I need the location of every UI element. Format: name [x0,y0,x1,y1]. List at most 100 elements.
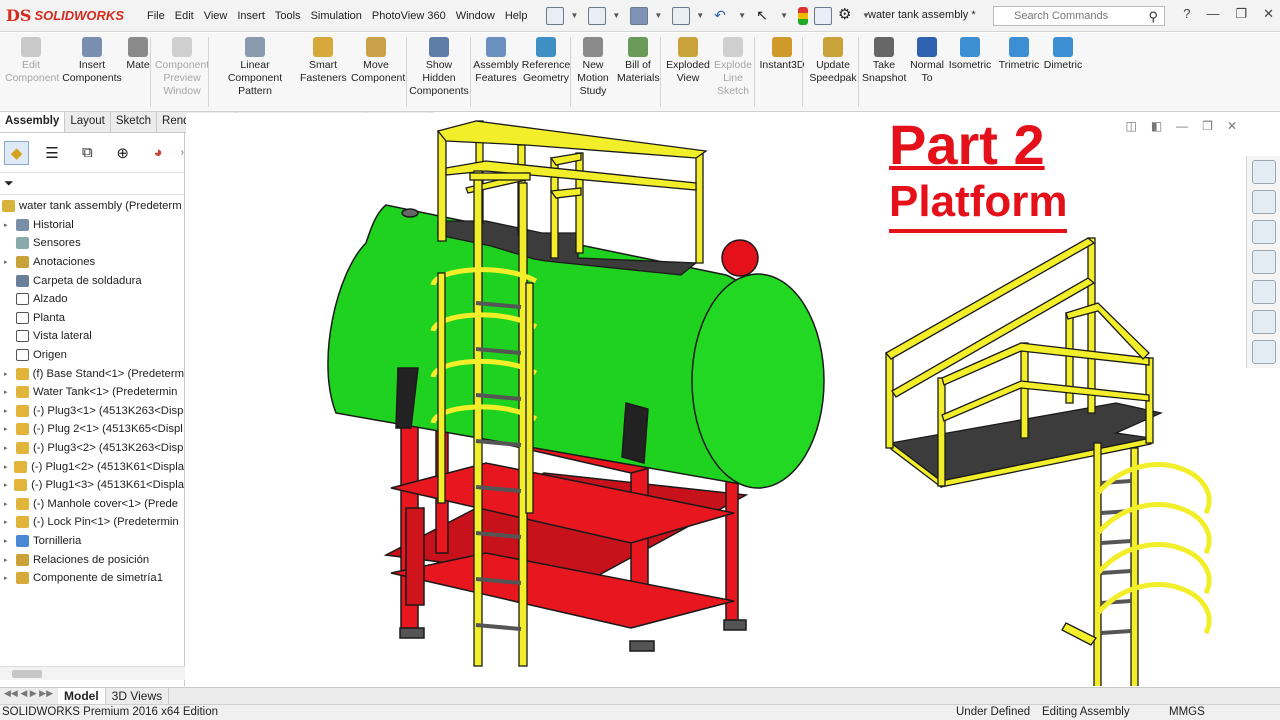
menu-item-help[interactable]: Help [500,10,533,22]
tree-node[interactable]: ▸ (-) Plug1<3> (4513K61<Displa [0,476,184,495]
ribbon-assembly-features-button[interactable]: Assembly Features [473,37,519,85]
tree-node[interactable]: Carpeta de soldadura [0,271,184,290]
print-icon[interactable] [672,6,691,25]
rebuild-icon[interactable] [798,6,809,25]
menu-item-photoview-360[interactable]: PhotoView 360 [367,10,451,22]
platform-detail[interactable] [885,237,1212,686]
expand-arrow-icon[interactable]: ▸ [4,463,10,471]
ribbon-motion-study-button[interactable]: New Motion Study [574,37,612,98]
ribbon-trimetric-button[interactable]: Trimetric [996,37,1042,72]
save-icon[interactable] [630,6,649,25]
menu-item-insert[interactable]: Insert [232,10,270,22]
ribbon-isometric-button[interactable]: Isometric [948,37,992,72]
ribbon-speedpak-button[interactable]: Update Speedpak [807,37,859,85]
tree-node[interactable]: ▸ Tornilleria [0,532,184,551]
chevron-down-icon[interactable]: ▼ [696,11,704,20]
tree-node[interactable]: ▸ Relaciones de posición [0,550,184,569]
options-gear-icon[interactable]: ⚙ [838,6,856,25]
undo-icon[interactable]: ↶ [714,7,732,25]
filter-icon[interactable]: ⏷ [0,173,184,195]
appearances-icon[interactable] [1251,280,1276,304]
expand-arrow-icon[interactable]: ▸ [4,370,12,378]
tree-node[interactable]: ▸ Historial [0,216,184,235]
chevron-down-icon[interactable]: ▼ [654,11,662,20]
tree-node[interactable]: ▸ Anotaciones [0,253,184,272]
ribbon-snapshot-button[interactable]: Take Snapshot [862,37,906,85]
property-manager-tab-icon[interactable]: ☰ [39,141,64,165]
status-units[interactable]: MMGS [1169,706,1205,718]
horizontal-scrollbar[interactable] [0,666,185,680]
expand-arrow-icon[interactable]: ▸ [4,407,12,415]
ribbon-normal-to-button[interactable]: Normal To [907,37,947,85]
tab-sketch[interactable]: Sketch [111,112,158,132]
tree-node[interactable]: Origen [0,346,184,365]
ribbon-edit-component-button[interactable]: Edit Component [5,37,59,85]
menu-item-tools[interactable]: Tools [270,10,306,22]
ribbon-reference-geometry-button[interactable]: Reference Geometry [520,37,572,85]
chevron-down-icon[interactable]: ▼ [738,11,746,20]
forum-icon[interactable] [1251,340,1276,364]
tree-root[interactable]: water tank assembly (Predeterm [0,197,184,216]
ribbon-smart-fasteners-button[interactable]: Smart Fasteners [300,37,347,85]
expand-arrow-icon[interactable]: ▸ [4,388,12,396]
expand-arrow-icon[interactable]: ▸ [4,556,12,564]
ribbon-linear-pattern-button[interactable]: Linear Component Pattern [213,37,297,98]
close-viewport-icon[interactable]: ✕ [1227,119,1237,133]
chevron-down-icon[interactable]: ▼ [570,11,578,20]
tree-node[interactable]: Sensores [0,234,184,253]
ribbon-instant3d-button[interactable]: Instant3D [758,37,806,72]
tree-node[interactable]: Alzado [0,290,184,309]
tree-node[interactable]: ▸ (-) Plug1<2> (4513K61<Displa [0,457,184,476]
restore-viewport-icon[interactable]: ❐ [1202,119,1213,133]
scrollbar-thumb[interactable] [12,670,42,678]
restore-icon[interactable]: ❐ [1235,6,1247,22]
chevron-down-icon[interactable]: ▼ [612,11,620,20]
dimxpert-tab-icon[interactable]: ⊕ [110,141,135,165]
bottom-tab-3d-views[interactable]: 3D Views [106,688,170,704]
search-commands-input[interactable]: Search Commands ⚲ [993,6,1165,26]
tree-node[interactable]: ▸ (f) Base Stand<1> (Predeterm [0,364,184,383]
expand-arrow-icon[interactable]: ▸ [4,518,12,526]
open-document-icon[interactable] [588,6,607,25]
ribbon-dimetric-button[interactable]: Dimetric [1041,37,1085,72]
chevron-right-icon[interactable]: › [181,147,184,158]
ribbon-bill-of-materials-button[interactable]: Bill of Materials [617,37,660,85]
menu-item-window[interactable]: Window [451,10,500,22]
search-icon[interactable]: ⚲ [1148,9,1158,25]
expand-arrow-icon[interactable]: ▸ [4,221,12,229]
select-icon[interactable]: ↖ [756,7,774,25]
ribbon-exploded-view-button[interactable]: Exploded View [664,37,712,85]
expand-arrow-icon[interactable]: ▸ [4,500,12,508]
tab-navigation-arrows[interactable]: ◀◀ ◀ ▶ ▶▶ [0,688,58,704]
home-icon[interactable] [1251,160,1276,184]
tree-node[interactable]: ▸ Componente de simetría1 [0,569,184,588]
expand-arrow-icon[interactable]: ▸ [4,444,12,452]
menu-item-simulation[interactable]: Simulation [306,10,367,22]
ribbon-component-preview-button[interactable]: Component Preview Window [154,37,210,98]
custom-properties-icon[interactable] [1251,310,1276,334]
ribbon-explode-line-button[interactable]: Explode Line Sketch [712,37,754,98]
ribbon-move-component-button[interactable]: Move Component [351,37,405,85]
chevron-down-icon[interactable]: ▼ [780,11,788,20]
tree-node[interactable]: Planta [0,309,184,328]
solidworks-logo[interactable]: DS SOLIDWORKS [0,6,142,25]
ribbon-mate-button[interactable]: Mate [124,37,152,72]
expand-arrow-icon[interactable]: ▸ [4,574,12,582]
tile-right-icon[interactable]: ◧ [1151,119,1162,133]
expand-arrow-icon[interactable]: ▸ [4,258,12,266]
tile-left-icon[interactable]: ◫ [1125,119,1136,133]
minimize-viewport-icon[interactable]: — [1176,119,1188,133]
feature-manager-tab-icon[interactable]: ◆ [4,140,30,165]
tree-node[interactable]: ▸ (-) Plug 2<1> (4513K65<Displ [0,420,184,439]
display-manager-tab-icon[interactable]: ◕ [145,141,170,165]
model-viewport[interactable] [186,113,1245,686]
expand-arrow-icon[interactable]: ▸ [4,481,10,489]
help-icon[interactable]: ? [1183,6,1190,22]
design-library-icon[interactable] [1251,220,1276,244]
graphics-area[interactable]: Part 2 Platform ◫ ◧ — ❐ ✕ [186,113,1245,686]
resources-icon[interactable] [1251,190,1276,214]
menu-item-view[interactable]: View [199,10,233,22]
tree-node[interactable]: ▸ (-) Lock Pin<1> (Predetermin [0,513,184,532]
tree-node[interactable]: Vista lateral [0,327,184,346]
menu-item-file[interactable]: File [142,10,170,22]
